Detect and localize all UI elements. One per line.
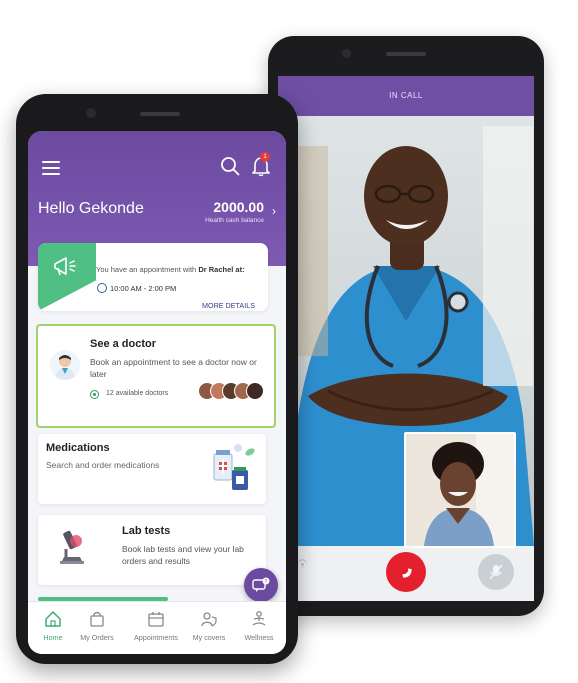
- search-icon[interactable]: [220, 156, 240, 176]
- shield-user-icon: [201, 612, 217, 627]
- toggle-camera-button[interactable]: [298, 559, 307, 568]
- medications-title: Medications: [46, 442, 110, 454]
- appointment-prefix: You have an appointment with: [96, 265, 197, 274]
- patient-figure: [406, 434, 514, 546]
- app-screen: 1 Hello Gekonde 2000.00 Health cash bala…: [28, 131, 286, 654]
- front-camera: [342, 49, 351, 58]
- earpiece-speaker: [386, 52, 426, 56]
- nav-my-orders-label: My Orders: [80, 633, 114, 642]
- bottom-navigation: Home My Orders Appointments My covers We…: [28, 601, 286, 654]
- svg-text:?: ?: [265, 579, 268, 585]
- mute-button[interactable]: [478, 554, 514, 590]
- lab-tests-title: Lab tests: [122, 525, 171, 537]
- appointment-card[interactable]: You have an appointment with Dr Rachel a…: [38, 243, 268, 311]
- nav-appointments-label: Appointments: [134, 633, 178, 642]
- help-chat-icon: ?: [252, 577, 270, 592]
- doctor-avatar-icon: [50, 350, 80, 380]
- clock-icon: [97, 283, 107, 293]
- phone-top-bar: [268, 36, 544, 76]
- microscope-icon: [60, 530, 84, 564]
- more-details-link[interactable]: MORE DETAILS: [202, 301, 255, 310]
- see-doctor-description: Book an appointment to see a doctor now …: [90, 357, 257, 379]
- call-controls-bar: [278, 546, 534, 601]
- availability-indicator-icon: [90, 390, 99, 399]
- home-icon: [45, 611, 61, 627]
- end-call-icon: [402, 568, 412, 578]
- appointment-doctor: Dr Rachel at:: [198, 265, 245, 274]
- mute-icon: [489, 564, 503, 580]
- meditation-icon: [252, 611, 266, 626]
- nav-wellness[interactable]: Wellness: [234, 610, 284, 642]
- menu-icon[interactable]: [42, 161, 60, 175]
- nav-appointments[interactable]: Appointments: [128, 610, 184, 642]
- doctor-face: [246, 382, 264, 400]
- doctor-avatars-stack: [198, 382, 264, 400]
- app-phone: 1 Hello Gekonde 2000.00 Health cash bala…: [16, 94, 298, 664]
- see-doctor-card[interactable]: See a doctor Book an appointment to see …: [36, 324, 276, 428]
- help-chat-button[interactable]: ?: [244, 568, 278, 602]
- appointment-accent: [38, 243, 96, 311]
- bag-icon: [90, 611, 104, 627]
- earpiece-speaker: [140, 112, 180, 116]
- available-doctors-count: 12 available doctors: [106, 390, 169, 397]
- greeting-text: Hello Gekonde: [38, 200, 144, 217]
- medications-card[interactable]: Medications Search and order medications: [38, 434, 266, 504]
- chevron-right-icon[interactable]: ›: [272, 204, 276, 218]
- nav-my-orders[interactable]: My Orders: [72, 610, 122, 642]
- camera-icon: [298, 560, 307, 567]
- medications-description: Search and order medications: [46, 460, 160, 470]
- background-door: [483, 126, 533, 386]
- nav-my-covers[interactable]: My covers: [184, 610, 234, 642]
- self-video-pip[interactable]: [404, 432, 516, 548]
- medicine-bottles-icon: [213, 444, 255, 490]
- calendar-icon: [148, 612, 164, 627]
- front-camera: [86, 108, 96, 118]
- lab-tests-card[interactable]: Lab tests Book lab tests and view your l…: [38, 515, 266, 585]
- see-doctor-title: See a doctor: [90, 338, 157, 350]
- nav-wellness-label: Wellness: [244, 633, 274, 642]
- balance-label: Health cash balance: [205, 217, 264, 224]
- megaphone-icon: [54, 257, 76, 276]
- end-call-button[interactable]: [386, 552, 426, 592]
- nav-my-covers-label: My covers: [192, 633, 226, 642]
- lab-tests-description: Book lab tests and view your lab orders …: [122, 544, 244, 566]
- balance-amount[interactable]: 2000.00: [213, 199, 264, 215]
- appointment-time: 10:00 AM - 2:00 PM: [110, 284, 177, 293]
- nav-home-label: Home: [43, 633, 63, 642]
- call-status-header: IN CALL: [278, 76, 534, 116]
- nav-home[interactable]: Home: [28, 610, 78, 642]
- notification-badge: 1: [260, 152, 270, 162]
- appointment-message: You have an appointment with Dr Rachel a…: [96, 265, 245, 274]
